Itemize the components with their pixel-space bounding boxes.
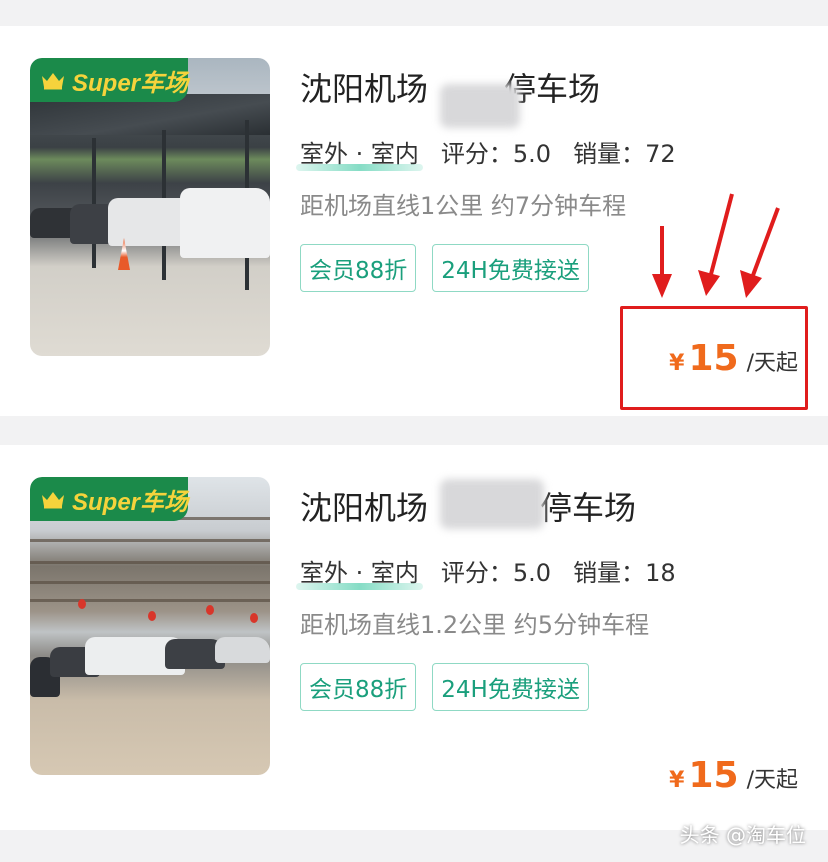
sales-count: 销量：72 [573, 140, 676, 168]
super-parking-badge: Super车场 [30, 58, 188, 102]
tag-list: 会员88折 24H免费接送 [300, 663, 589, 711]
tag-member-discount: 会员88折 [300, 663, 417, 711]
arrow-icon [652, 193, 780, 298]
rating: 评分：5.0 [440, 140, 552, 168]
parking-listing-card[interactable]: Super车场 沈阳机场 停车场 室外 · 室内 评分：5.0 销量：72 距机场… [0, 26, 828, 416]
type-label: 室外 · 室内 [296, 553, 423, 590]
parking-lot-photo[interactable]: Super车场 [30, 477, 270, 775]
badge-label: Super车场 [71, 488, 188, 516]
type-label: 室外 · 室内 [296, 134, 423, 171]
price: ¥ 15 /天起 [669, 338, 798, 379]
crown-icon [41, 73, 64, 90]
redacted-name [440, 479, 544, 529]
price-value: 15 [688, 338, 739, 379]
watermark: 头条 @淘车位 [679, 823, 806, 847]
super-parking-badge: Super车场 [30, 477, 188, 521]
distance-text: 距机场直线1公里 约7分钟车程 [300, 192, 627, 220]
sales-count: 销量：18 [573, 559, 676, 587]
tag-member-discount: 会员88折 [300, 244, 417, 292]
tag-free-shuttle: 24H免费接送 [432, 244, 589, 292]
listing-meta: 室外 · 室内 评分：5.0 销量：18 [296, 553, 698, 590]
distance-text: 距机场直线1.2公里 约5分钟车程 [300, 611, 650, 639]
rating: 评分：5.0 [440, 559, 552, 587]
price: ¥ 15 /天起 [669, 755, 798, 796]
redacted-name [440, 84, 520, 128]
price-value: 15 [688, 755, 739, 796]
tag-free-shuttle: 24H免费接送 [432, 663, 589, 711]
price-unit: /天起 [746, 351, 798, 376]
badge-label: Super车场 [71, 69, 188, 97]
tag-list: 会员88折 24H免费接送 [300, 244, 589, 292]
listing-meta: 室外 · 室内 评分：5.0 销量：72 [296, 134, 698, 171]
price-unit: /天起 [746, 768, 798, 793]
parking-listing-card[interactable]: Super车场 沈阳机场 停车场 室外 · 室内 评分：5.0 销量：18 距机场… [0, 445, 828, 830]
crown-icon [41, 492, 64, 509]
parking-lot-photo[interactable]: Super车场 [30, 58, 270, 356]
